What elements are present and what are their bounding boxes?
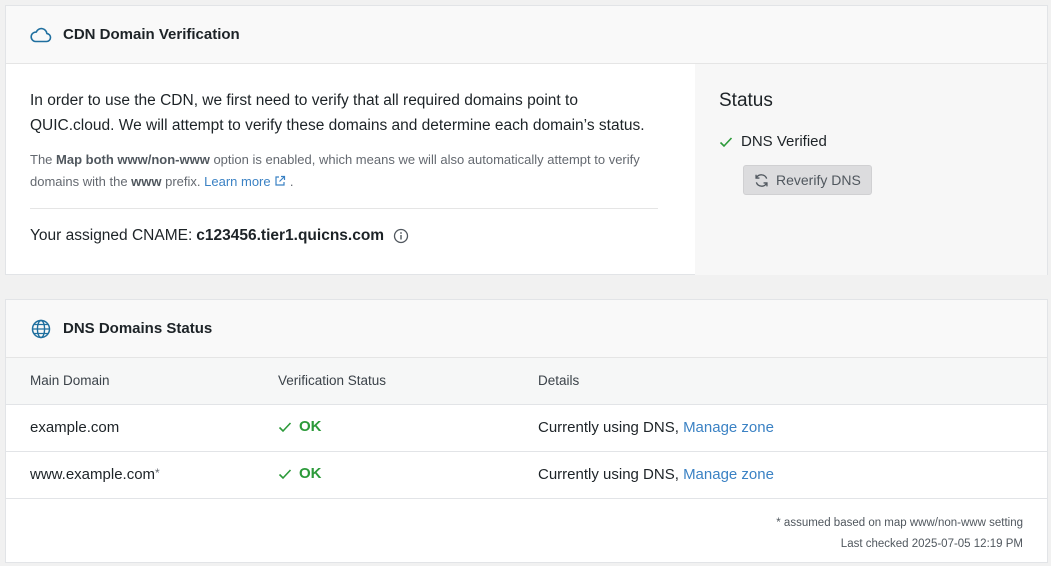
column-header-main-domain: Main Domain (30, 373, 110, 389)
dns-verified-text: DNS Verified (741, 133, 827, 150)
status-panel: Status DNS Verified Reverify DNS (695, 64, 1047, 275)
www-word: www (131, 174, 162, 189)
card-title: DNS Domains Status (63, 320, 213, 337)
table-header-row: Main Domain Verification Status Details (6, 358, 1047, 404)
map-option-note: The Map both www/non-www option is enabl… (30, 152, 640, 189)
intro-text: In order to use the CDN, we first need t… (30, 92, 645, 134)
cname-value: c123456.tier1.quicns.com (196, 227, 385, 244)
card-title: CDN Domain Verification (63, 26, 240, 43)
verification-info: In order to use the CDN, we first need t… (6, 64, 695, 275)
refresh-icon (754, 173, 769, 188)
manage-zone-link[interactable]: Manage zone (683, 419, 774, 436)
check-icon (278, 468, 292, 480)
dns-domains-status-card: DNS Domains Status Main Domain Verificat… (5, 299, 1048, 563)
cname-label: Your assigned CNAME: (30, 227, 193, 244)
assumed-asterisk: * (155, 466, 160, 480)
dns-domains-table: Main Domain Verification Status Details … (6, 358, 1047, 499)
domain-cell: www.example.com* (30, 466, 160, 483)
external-link-icon (275, 175, 286, 186)
status-ok-badge: OK (278, 465, 322, 482)
table-footer: * assumed based on map www/non-www setti… (6, 499, 1047, 555)
cloud-icon (30, 24, 52, 46)
reverify-dns-button[interactable]: Reverify DNS (743, 165, 872, 195)
footnote: * assumed based on map www/non-www setti… (776, 516, 1023, 529)
dns-verified-status: DNS Verified (719, 133, 1023, 150)
globe-icon (30, 318, 52, 340)
details-cell: Currently using DNS, Manage zone (538, 419, 774, 436)
check-icon (278, 421, 292, 433)
check-icon (719, 136, 733, 148)
last-checked: Last checked 2025-07-05 12:19 PM (840, 537, 1023, 550)
manage-zone-link[interactable]: Manage zone (683, 466, 774, 483)
divider (30, 208, 658, 209)
option-name: Map both www/non-www (56, 152, 210, 167)
card-header: CDN Domain Verification (6, 6, 1047, 64)
status-cell: OK (278, 451, 538, 498)
card-header: DNS Domains Status (6, 300, 1047, 358)
domain-cell: example.com (30, 419, 120, 436)
table-row: example.com OK Currently using DNS, Mana… (6, 404, 1047, 451)
cdn-verification-card: CDN Domain Verification In order to use … (5, 5, 1048, 275)
assigned-cname: Your assigned CNAME: c123456.tier1.quicn… (30, 227, 659, 245)
learn-more-link[interactable]: Learn more (204, 174, 286, 189)
column-header-verification-status: Verification Status (278, 373, 387, 389)
column-header-details: Details (538, 373, 580, 389)
details-cell: Currently using DNS, Manage zone (538, 466, 774, 483)
status-cell: OK (278, 404, 538, 451)
info-icon[interactable] (393, 228, 409, 244)
reverify-dns-label: Reverify DNS (776, 172, 861, 188)
status-title: Status (719, 90, 773, 111)
table-row: www.example.com* OK Currently using DNS,… (6, 451, 1047, 498)
status-ok-badge: OK (278, 418, 322, 435)
